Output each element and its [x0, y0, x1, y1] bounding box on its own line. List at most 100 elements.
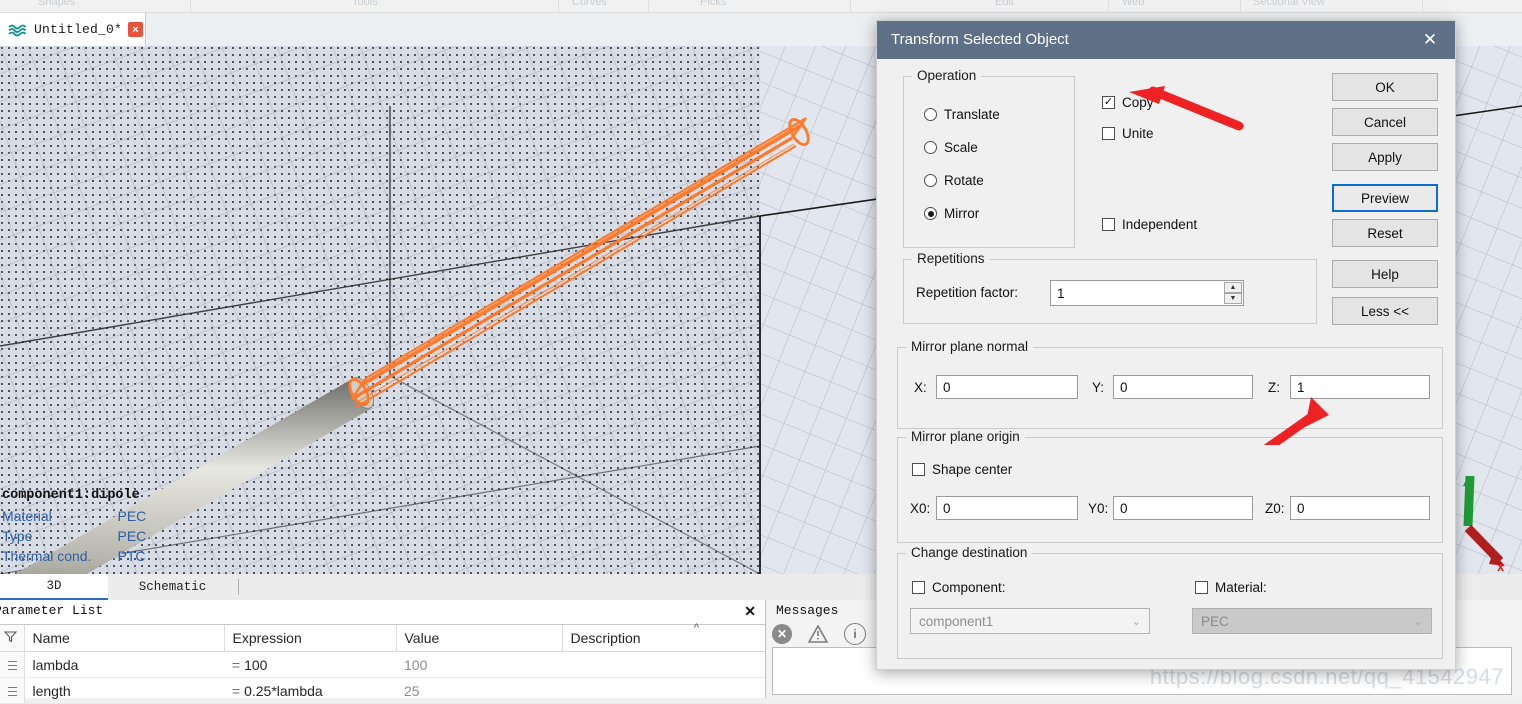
object-info-header: component1:dipole [2, 488, 140, 503]
repetitions-group: Repetitions Repetition factor: 1 ▲ ▼ [903, 251, 1317, 324]
checkbox-component-label: Component: [932, 580, 1006, 595]
cell-expression[interactable]: 0.25*lambda [224, 677, 396, 704]
component-select[interactable]: component1 ⌄ [910, 608, 1150, 634]
chevron-down-icon: ⌄ [1131, 615, 1141, 628]
ribbon-tab-tools[interactable]: Tools [352, 0, 378, 8]
cell-description[interactable] [562, 677, 765, 704]
checkbox-icon [1102, 218, 1115, 231]
mirror-plane-normal-legend: Mirror plane normal [906, 339, 1034, 354]
ribbon-separator [850, 0, 851, 12]
operation-group: Operation Translate Scale Rotate Mirror [903, 68, 1075, 248]
dialog-title-bar[interactable]: Transform Selected Object ✕ [877, 21, 1455, 59]
cell-description[interactable] [562, 651, 765, 678]
error-icon[interactable]: ✕ [772, 624, 792, 644]
mirror-plane-origin-group: Mirror plane origin Shape center X0: 0 Y… [897, 429, 1443, 543]
checkbox-unite[interactable]: Unite [1102, 126, 1154, 141]
object-info-key: Material [2, 508, 52, 524]
column-header-expression[interactable]: Expression [224, 625, 397, 652]
ok-button[interactable]: OK [1332, 73, 1438, 101]
warning-icon[interactable] [808, 624, 828, 644]
messages-title: Messages [776, 603, 839, 618]
change-destination-group: Change destination Component: component1… [897, 545, 1443, 659]
axis-x-label: x [1497, 559, 1505, 574]
checkbox-icon [1102, 127, 1115, 140]
less-button[interactable]: Less << [1332, 297, 1438, 325]
checkbox-icon [912, 463, 925, 476]
tab-3d[interactable]: 3D [0, 574, 108, 600]
material-select[interactable]: PEC ⌄ [1192, 608, 1432, 634]
repetition-factor-input[interactable]: 1 ▲ ▼ [1050, 280, 1244, 306]
document-tab-untitled[interactable]: Untitled_0* × [0, 13, 146, 46]
radio-rotate[interactable]: Rotate [924, 173, 984, 188]
ribbon-tab-shapes[interactable]: Shapes [38, 0, 75, 8]
normal-z-input[interactable]: 1 [1290, 375, 1430, 399]
normal-x-input[interactable]: 0 [936, 375, 1078, 399]
sort-ascending-icon: ^ [693, 622, 699, 634]
cancel-button[interactable]: Cancel [1332, 108, 1438, 136]
origin-x0-input[interactable]: 0 [936, 496, 1078, 520]
checkbox-checked-icon: ✓ [1102, 96, 1115, 109]
radio-dot-icon [924, 174, 937, 187]
parameter-list-title: Parameter List [0, 603, 104, 618]
origin-z0-input[interactable]: 0 [1290, 496, 1430, 520]
stepper-up-icon[interactable]: ▲ [1224, 282, 1242, 293]
origin-y0-input[interactable]: 0 [1113, 496, 1253, 520]
table-row: length 0.25*lambda 25 [0, 677, 765, 704]
tab-3d-label: 3D [46, 579, 62, 593]
transform-selected-object-dialog[interactable]: Transform Selected Object ✕ Operation Tr… [876, 20, 1456, 670]
document-tab-close-icon[interactable]: × [128, 22, 144, 37]
ribbon-tab-web[interactable]: Web [1122, 0, 1144, 8]
material-select-value: PEC [1201, 613, 1229, 629]
checkbox-copy[interactable]: ✓ Copy [1102, 95, 1154, 110]
ribbon-separator [190, 0, 191, 12]
cell-name[interactable]: length [24, 677, 224, 704]
document-tab-label: Untitled_0* [34, 22, 123, 37]
cell-expression[interactable]: 100 [224, 651, 396, 678]
stepper-down-icon[interactable]: ▼ [1224, 293, 1242, 304]
object-info-row: Type PEC [2, 526, 146, 546]
dialog-title: Transform Selected Object [891, 31, 1069, 48]
object-info-row: Material PEC [2, 506, 146, 526]
cell-name[interactable]: lambda [24, 651, 224, 678]
close-icon[interactable]: ✕ [1413, 27, 1447, 53]
apply-button[interactable]: Apply [1332, 143, 1438, 171]
radio-scale[interactable]: Scale [924, 140, 978, 155]
checkbox-independent[interactable]: Independent [1102, 217, 1197, 232]
checkbox-icon [912, 581, 925, 594]
checkbox-shape-center[interactable]: Shape center [912, 462, 1012, 477]
repetition-factor-label: Repetition factor: [916, 285, 1019, 300]
radio-dot-icon [924, 108, 937, 121]
checkbox-material[interactable]: Material: [1195, 580, 1267, 595]
radio-mirror[interactable]: Mirror [924, 206, 979, 221]
radio-scale-label: Scale [944, 140, 978, 155]
tab-schematic[interactable]: Schematic [110, 574, 235, 600]
repetitions-legend: Repetitions [912, 251, 990, 266]
preview-button[interactable]: Preview [1332, 184, 1438, 212]
ribbon-tab-strip[interactable]: Shapes Tools Curves Picks Edit Web Secti… [0, 0, 1522, 13]
column-header-name[interactable]: Name [24, 625, 225, 652]
row-handle-icon[interactable] [0, 677, 25, 704]
row-handle-icon[interactable] [0, 651, 25, 678]
normal-z-label: Z: [1268, 380, 1280, 395]
ribbon-tab-edit[interactable]: Edit [995, 0, 1014, 8]
operation-legend: Operation [912, 68, 982, 83]
table-header-row: Name Expression Value Description ^ [0, 622, 765, 652]
checkbox-copy-label: Copy [1122, 95, 1154, 110]
normal-x-value: 0 [943, 379, 951, 395]
info-icon[interactable]: i [844, 623, 866, 645]
ribbon-separator [558, 0, 559, 12]
column-header-value[interactable]: Value [396, 625, 563, 652]
radio-translate[interactable]: Translate [924, 107, 1000, 122]
repetition-factor-stepper[interactable]: ▲ ▼ [1224, 282, 1242, 304]
parameter-table[interactable]: Name Expression Value Description ^ lamb… [0, 622, 765, 704]
normal-y-input[interactable]: 0 [1113, 375, 1253, 399]
column-header-description[interactable]: Description ^ [562, 622, 765, 652]
filter-icon[interactable] [0, 625, 25, 652]
parameter-list-close-icon[interactable]: ✕ [744, 603, 756, 619]
ribbon-tab-picks[interactable]: Picks [700, 0, 726, 8]
reset-button[interactable]: Reset [1332, 219, 1438, 247]
ribbon-tab-sectional-view[interactable]: Sectional View [1253, 0, 1325, 8]
checkbox-component[interactable]: Component: [912, 580, 1006, 595]
ribbon-tab-curves[interactable]: Curves [572, 0, 607, 8]
help-button[interactable]: Help [1332, 260, 1438, 288]
